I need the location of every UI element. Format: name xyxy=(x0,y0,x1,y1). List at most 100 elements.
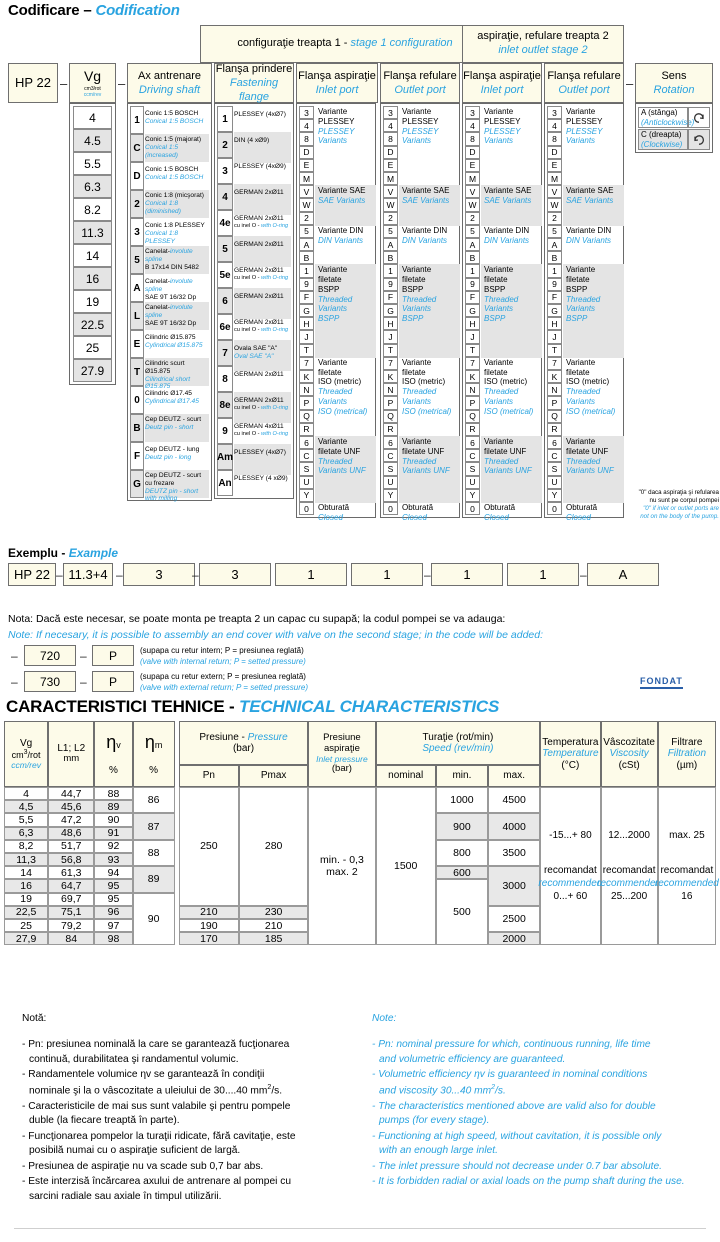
vg-option[interactable]: 4.5 xyxy=(73,129,112,152)
inlet-port-1-code[interactable]: 5 xyxy=(299,224,314,238)
outlet-port-2-code[interactable]: V xyxy=(547,185,562,199)
flange-code[interactable]: 9 xyxy=(217,418,233,444)
inlet-port-2-code[interactable]: T xyxy=(465,343,480,357)
flange-code[interactable]: 8e xyxy=(217,392,233,418)
inlet-port-1-code[interactable]: E xyxy=(299,158,314,172)
outlet-port-1-code[interactable]: G xyxy=(383,304,398,318)
outlet-port-2-code[interactable]: 0 xyxy=(547,502,562,516)
shaft-code[interactable]: L xyxy=(130,302,144,330)
outlet-port-2-code[interactable]: 1 xyxy=(547,264,562,278)
inlet-port-1-code[interactable]: N xyxy=(299,383,314,397)
vg-option[interactable]: 5.5 xyxy=(73,152,112,175)
outlet-port-1-code[interactable]: S xyxy=(383,462,398,476)
outlet-port-1-code[interactable]: 9 xyxy=(383,277,398,291)
outlet-port-1-code[interactable]: J xyxy=(383,330,398,344)
inlet-port-2-code[interactable]: D xyxy=(465,145,480,159)
example-cell[interactable]: 1 xyxy=(351,563,423,586)
inlet-port-2-code[interactable]: V xyxy=(465,185,480,199)
shaft-code[interactable]: F xyxy=(130,442,144,470)
shaft-code[interactable]: E xyxy=(130,330,144,358)
inlet-port-1-code[interactable]: 2 xyxy=(299,211,314,225)
example-cell[interactable]: 1 xyxy=(507,563,579,586)
outlet-port-1-code[interactable]: R xyxy=(383,422,398,436)
inlet-port-2-code[interactable]: B xyxy=(465,251,480,265)
example-cell[interactable]: 1 xyxy=(431,563,503,586)
inlet-port-1-code[interactable]: W xyxy=(299,198,314,212)
flange-code[interactable]: 7 xyxy=(217,340,233,366)
inlet-port-1-code[interactable]: 1 xyxy=(299,264,314,278)
outlet-port-1-code[interactable]: 0 xyxy=(383,502,398,516)
inlet-port-1-code[interactable]: D xyxy=(299,145,314,159)
rotation-label[interactable]: C (dreapta) (Clockwise) xyxy=(638,129,688,150)
vg-option[interactable]: 22.5 xyxy=(73,313,112,336)
outlet-port-2-code[interactable]: C xyxy=(547,449,562,463)
valve-letter[interactable]: P xyxy=(92,645,134,666)
outlet-port-1-code[interactable]: W xyxy=(383,198,398,212)
outlet-port-1-code[interactable]: 1 xyxy=(383,264,398,278)
example-cell[interactable]: A xyxy=(587,563,659,586)
inlet-port-2-code[interactable]: W xyxy=(465,198,480,212)
shaft-code[interactable]: D xyxy=(130,162,144,190)
outlet-port-2-code[interactable]: Y xyxy=(547,488,562,502)
inlet-port-2-code[interactable]: 8 xyxy=(465,132,480,146)
outlet-port-2-code[interactable]: R xyxy=(547,422,562,436)
inlet-port-1-code[interactable]: B xyxy=(299,251,314,265)
vg-option[interactable]: 11.3 xyxy=(73,221,112,244)
inlet-port-1-code[interactable]: 8 xyxy=(299,132,314,146)
inlet-port-2-code[interactable]: J xyxy=(465,330,480,344)
outlet-port-1-code[interactable]: T xyxy=(383,343,398,357)
inlet-port-1-code[interactable]: K xyxy=(299,370,314,384)
vg-option[interactable]: 16 xyxy=(73,267,112,290)
outlet-port-2-code[interactable]: Q xyxy=(547,409,562,423)
vg-option[interactable]: 4 xyxy=(73,106,112,129)
inlet-port-2-code[interactable]: 7 xyxy=(465,356,480,370)
outlet-port-2-code[interactable]: H xyxy=(547,317,562,331)
outlet-port-2-code[interactable]: 2 xyxy=(547,211,562,225)
outlet-port-1-code[interactable]: 2 xyxy=(383,211,398,225)
inlet-port-2-code[interactable]: S xyxy=(465,462,480,476)
outlet-port-1-code[interactable]: 7 xyxy=(383,356,398,370)
inlet-port-1-code[interactable]: T xyxy=(299,343,314,357)
outlet-port-1-code[interactable]: U xyxy=(383,475,398,489)
outlet-port-1-code[interactable]: C xyxy=(383,449,398,463)
inlet-port-2-code[interactable]: Q xyxy=(465,409,480,423)
outlet-port-2-code[interactable]: N xyxy=(547,383,562,397)
shaft-code[interactable]: G xyxy=(130,470,144,498)
flange-code[interactable]: 5 xyxy=(217,236,233,262)
shaft-code[interactable]: 2 xyxy=(130,190,144,218)
outlet-port-2-code[interactable]: 7 xyxy=(547,356,562,370)
flange-code[interactable]: 4 xyxy=(217,184,233,210)
outlet-port-2-code[interactable]: 6 xyxy=(547,436,562,450)
shaft-code[interactable]: 1 xyxy=(130,106,144,134)
inlet-port-1-code[interactable]: M xyxy=(299,172,314,186)
inlet-port-2-code[interactable]: H xyxy=(465,317,480,331)
inlet-port-2-code[interactable]: K xyxy=(465,370,480,384)
outlet-port-1-code[interactable]: 3 xyxy=(383,106,398,120)
example-cell[interactable]: 1 xyxy=(275,563,347,586)
shaft-code[interactable]: A xyxy=(130,274,144,302)
inlet-port-2-code[interactable]: M xyxy=(465,172,480,186)
outlet-port-1-code[interactable]: V xyxy=(383,185,398,199)
inlet-port-2-code[interactable]: P xyxy=(465,396,480,410)
inlet-port-1-code[interactable]: A xyxy=(299,238,314,252)
outlet-port-2-code[interactable]: M xyxy=(547,172,562,186)
inlet-port-1-code[interactable]: 4 xyxy=(299,119,314,133)
inlet-port-1-code[interactable]: P xyxy=(299,396,314,410)
outlet-port-2-code[interactable]: A xyxy=(547,238,562,252)
valve-letter[interactable]: P xyxy=(92,671,134,692)
inlet-port-1-code[interactable]: J xyxy=(299,330,314,344)
inlet-port-1-code[interactable]: S xyxy=(299,462,314,476)
outlet-port-1-code[interactable]: 8 xyxy=(383,132,398,146)
inlet-port-1-code[interactable]: 7 xyxy=(299,356,314,370)
inlet-port-2-code[interactable]: A xyxy=(465,238,480,252)
outlet-port-2-code[interactable]: W xyxy=(547,198,562,212)
shaft-code[interactable]: T xyxy=(130,358,144,386)
outlet-port-1-code[interactable]: H xyxy=(383,317,398,331)
outlet-port-2-code[interactable]: 5 xyxy=(547,224,562,238)
vg-option[interactable]: 14 xyxy=(73,244,112,267)
outlet-port-1-code[interactable]: D xyxy=(383,145,398,159)
example-cell[interactable]: 3 xyxy=(123,563,195,586)
example-cell[interactable]: 3 xyxy=(199,563,271,586)
inlet-port-2-code[interactable]: Y xyxy=(465,488,480,502)
flange-code[interactable]: 1 xyxy=(217,106,233,132)
